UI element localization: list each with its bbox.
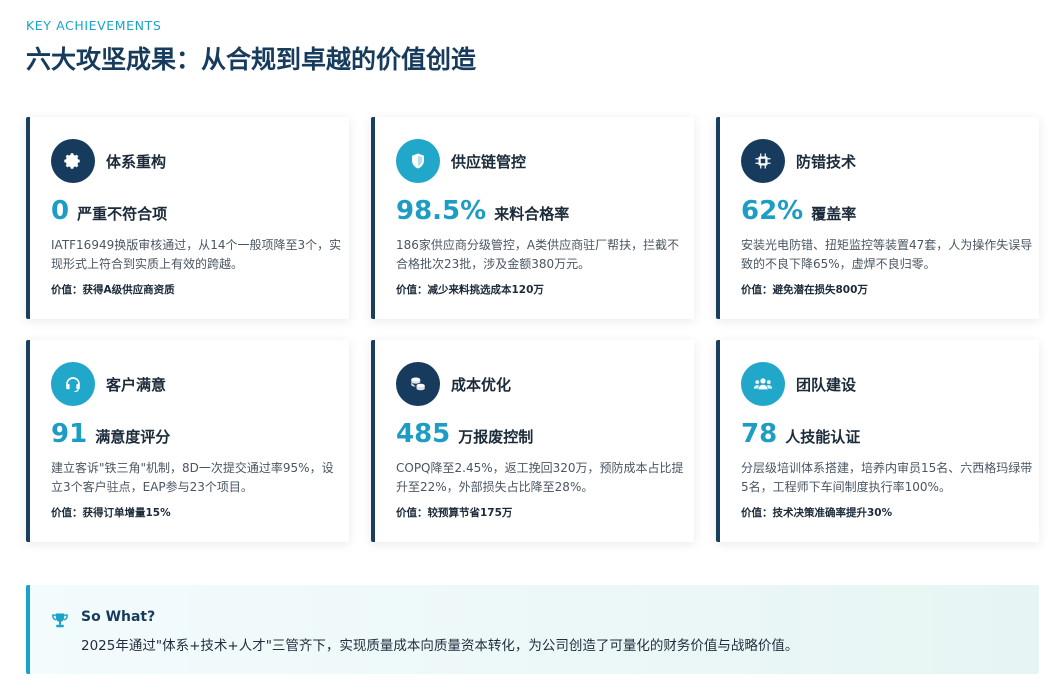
gear-icon xyxy=(51,139,95,183)
metric-unit: 万报废控制 xyxy=(458,428,534,446)
metric-unit: 覆盖率 xyxy=(811,205,857,223)
card-description: COPQ降至2.45%，返工挽回320万，预防成本占比提升至22%，外部损失占比… xyxy=(396,461,684,494)
card-description: IATF16949换版审核通过，从14个一般项降至3个，实现形式上符合到实质上有… xyxy=(51,238,342,271)
card-description: 186家供应商分级管控，A类供应商驻厂帮扶，拦截不合格批次23批，涉及金额380… xyxy=(396,238,680,271)
card-title: 成本优化 xyxy=(451,376,512,394)
metric: 98.5% 来料合格率 xyxy=(396,196,569,226)
card-value: 价值：较预算节省175万 xyxy=(396,507,513,519)
card-value: 价值：技术决策准确率提升30% xyxy=(741,507,893,519)
page-title: 六大攻坚成果：从合规到卓越的价值创造 xyxy=(26,45,477,74)
metric-value: 98.5% xyxy=(396,196,487,226)
card-title: 防错技术 xyxy=(796,153,857,171)
shield-icon xyxy=(396,139,440,183)
metric-value: 91 xyxy=(51,419,88,449)
trophy-icon xyxy=(50,611,70,635)
team-icon xyxy=(741,362,785,406)
card-system-rebuild: 体系重构 0 严重不符合项 IATF16949换版审核通过，从14个一般项降至3… xyxy=(26,117,349,319)
metric-unit: 满意度评分 xyxy=(95,428,171,446)
card-title: 团队建设 xyxy=(796,376,857,394)
metric-value: 485 xyxy=(396,419,451,449)
metric-value: 78 xyxy=(741,419,778,449)
headset-icon xyxy=(51,362,95,406)
card-value: 价值：获得订单增量15% xyxy=(51,507,171,519)
so-what-callout: So What? 2025年通过"体系+技术+人才"三管齐下，实现质量成本向质量… xyxy=(26,585,1039,674)
card-value: 价值：获得A级供应商资质 xyxy=(51,284,175,296)
card-supply-chain: 供应链管控 98.5% 来料合格率 186家供应商分级管控，A类供应商驻厂帮扶，… xyxy=(371,117,694,319)
chip-icon xyxy=(741,139,785,183)
metric-unit: 人技能认证 xyxy=(785,428,861,446)
card-value: 价值：避免潜在损失800万 xyxy=(741,284,868,296)
card-value: 价值：减少来料挑选成本120万 xyxy=(396,284,544,296)
card-error-proofing: 防错技术 62% 覆盖率 安装光电防错、扭矩监控等装置47套，人为操作失误导致的… xyxy=(716,117,1039,319)
card-title: 体系重构 xyxy=(106,153,167,171)
card-title: 供应链管控 xyxy=(451,153,527,171)
so-what-text: 2025年通过"体系+技术+人才"三管齐下，实现质量成本向质量资本转化，为公司创… xyxy=(81,638,799,654)
metric-value: 62% xyxy=(741,196,804,226)
metric: 485 万报废控制 xyxy=(396,419,533,449)
metric-unit: 来料合格率 xyxy=(494,205,570,223)
card-description: 安装光电防错、扭矩监控等装置47套，人为操作失误导致的不良下降65%，虚焊不良归… xyxy=(741,238,1033,271)
card-cost-optimization: 成本优化 485 万报废控制 COPQ降至2.45%，返工挽回320万，预防成本… xyxy=(371,340,694,542)
so-what-title: So What? xyxy=(81,609,156,625)
card-team-building: 团队建设 78 人技能认证 分层级培训体系搭建，培养内审员15名、六西格玛绿带5… xyxy=(716,340,1039,542)
eyebrow-label: KEY ACHIEVEMENTS xyxy=(26,18,162,33)
card-description: 分层级培训体系搭建，培养内审员15名、六西格玛绿带5名，工程师下车间制度执行率1… xyxy=(741,461,1033,494)
coins-icon xyxy=(396,362,440,406)
card-title: 客户满意 xyxy=(106,376,167,394)
card-customer-satisfaction: 客户满意 91 满意度评分 建立客诉"铁三角"机制，8D一次提交通过率95%，设… xyxy=(26,340,349,542)
metric-value: 0 xyxy=(51,196,70,226)
metric: 91 满意度评分 xyxy=(51,419,170,449)
card-description: 建立客诉"铁三角"机制，8D一次提交通过率95%，设立3个客户驻点，EAP参与2… xyxy=(51,461,334,494)
metric: 0 严重不符合项 xyxy=(51,196,167,226)
metric-unit: 严重不符合项 xyxy=(77,205,168,223)
metric: 78 人技能认证 xyxy=(741,419,860,449)
metric: 62% 覆盖率 xyxy=(741,196,856,226)
